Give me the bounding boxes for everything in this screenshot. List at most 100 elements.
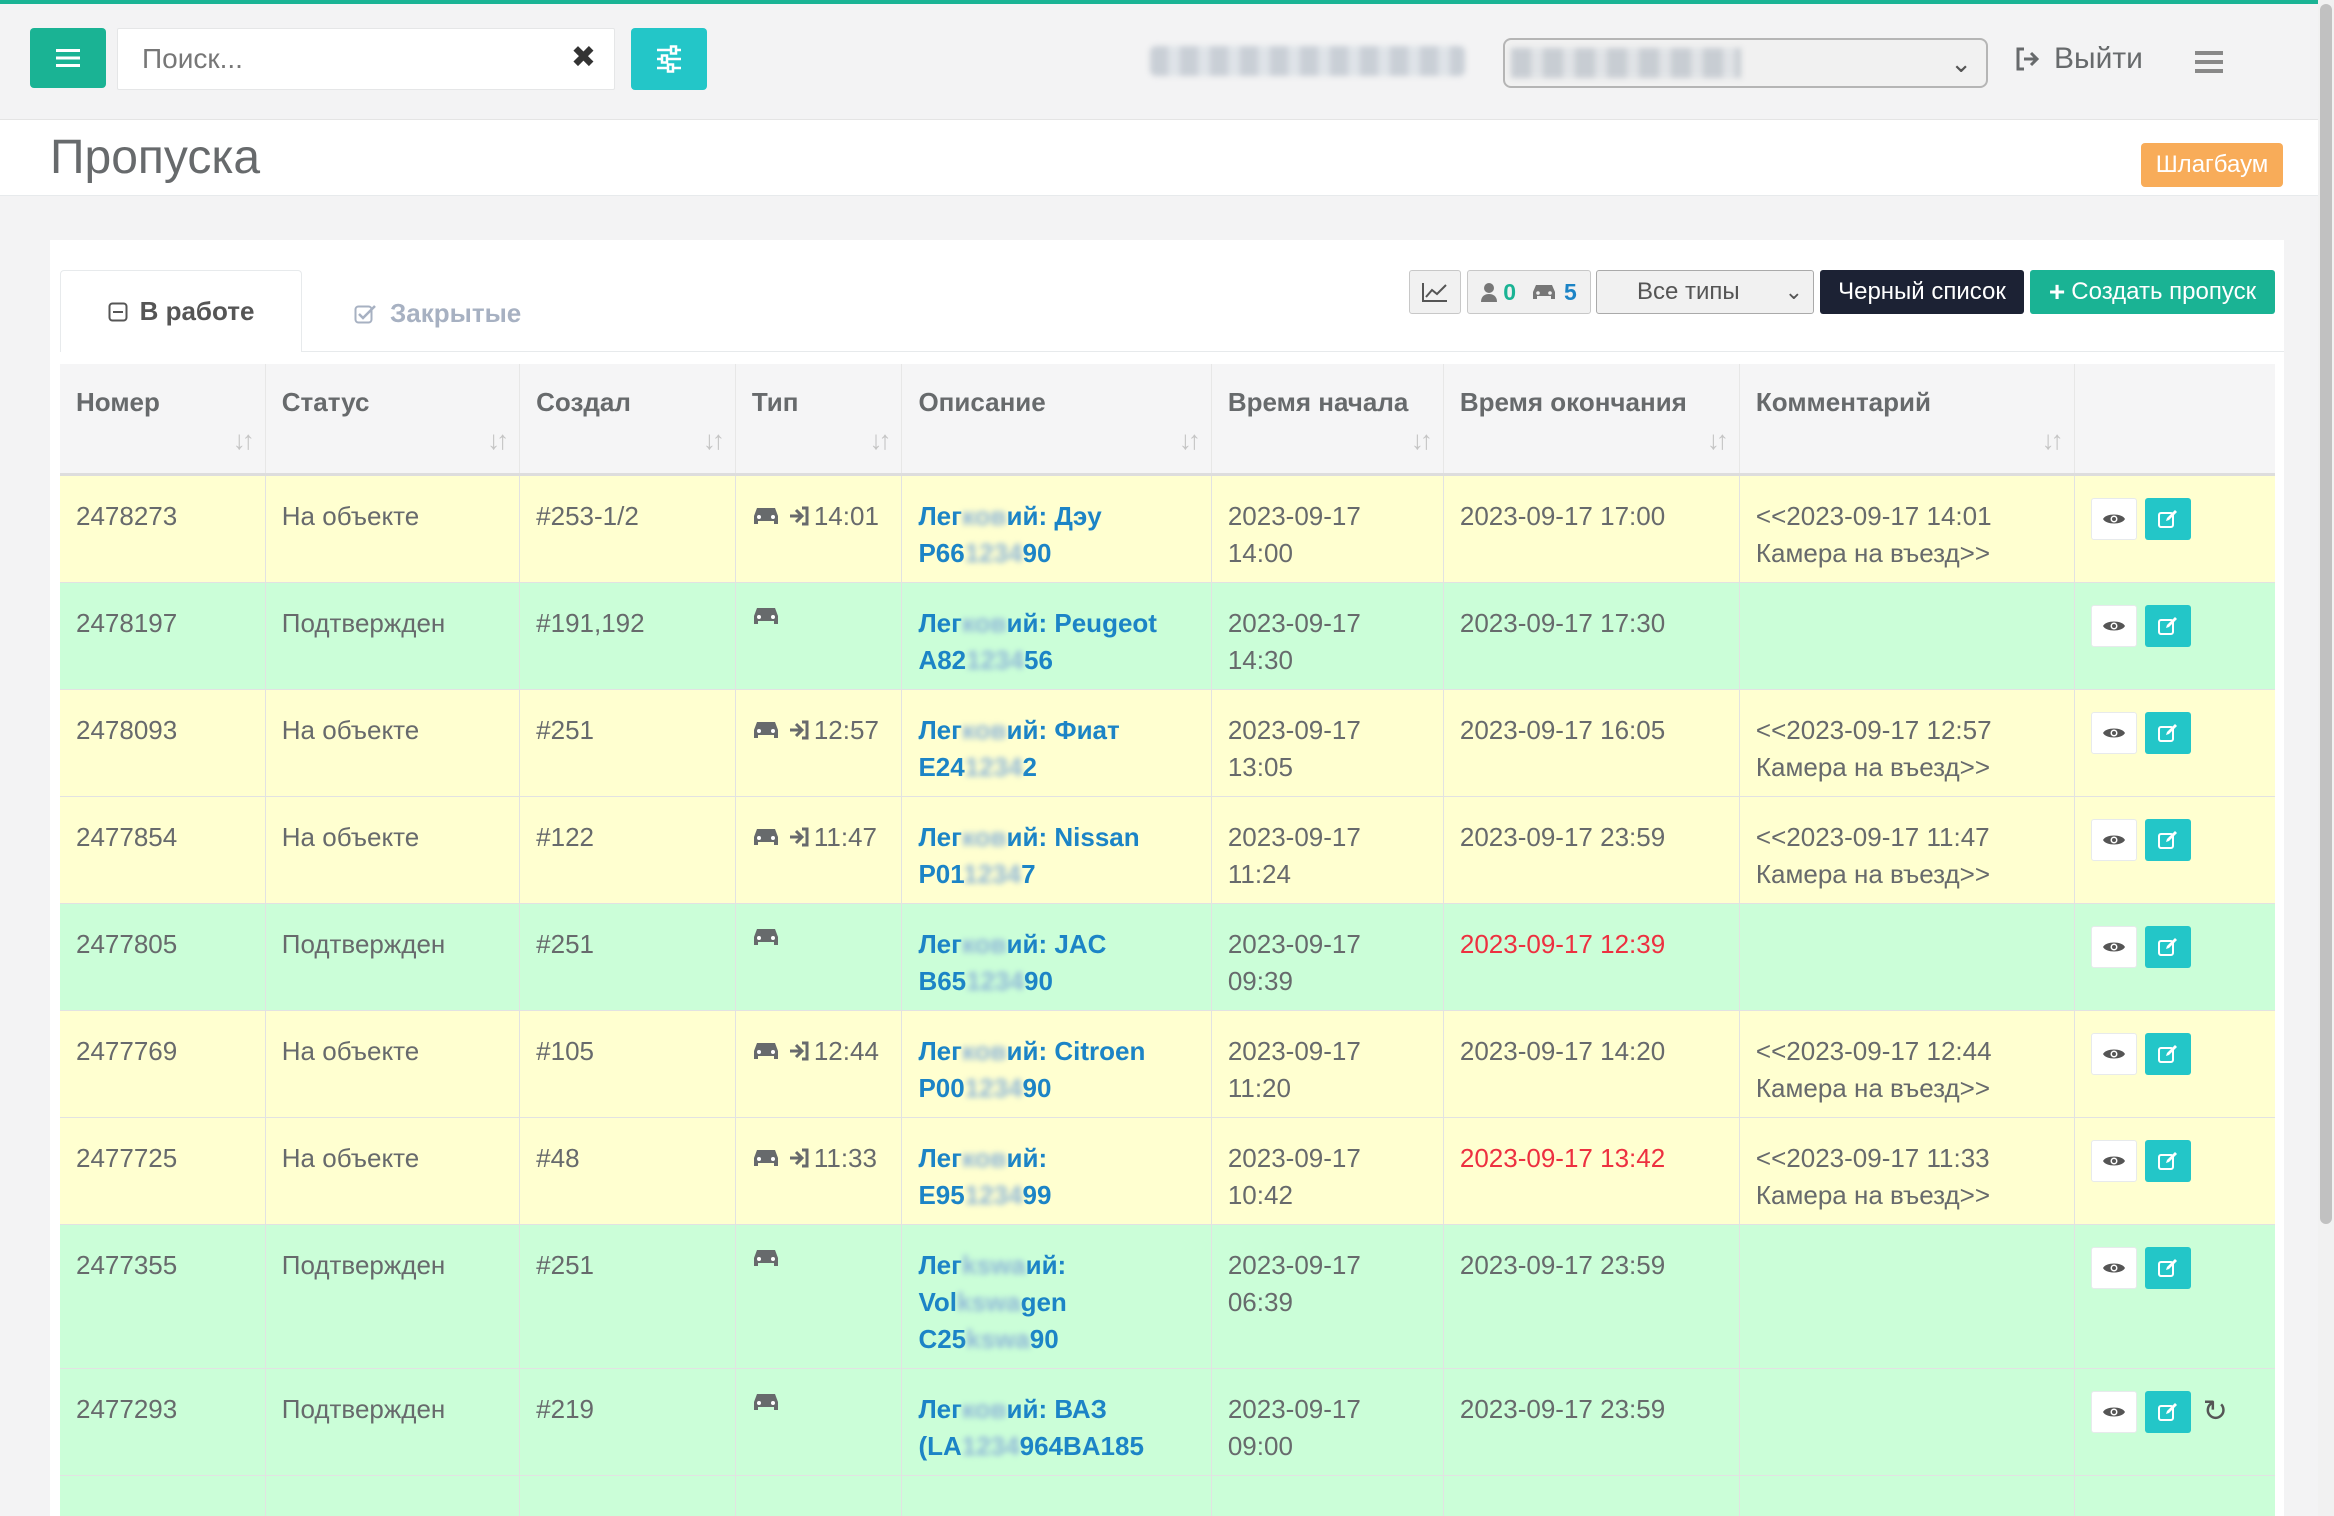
car-icon xyxy=(753,829,778,845)
statistics-button[interactable] xyxy=(1409,270,1461,314)
cell-description: Легковий: Peugeot А82123456 xyxy=(901,582,1212,690)
desc-part: Е24 xyxy=(918,751,965,782)
edit-button[interactable] xyxy=(2144,1390,2191,1433)
entry-time: 11:47 xyxy=(813,821,877,852)
view-button[interactable] xyxy=(2090,1390,2137,1433)
car-icon xyxy=(753,1393,778,1410)
comment-line-1: <<2023-09-17 12:44 xyxy=(1755,1035,1992,1066)
cell-creator: #191,192 xyxy=(519,582,736,690)
table-row[interactable]: 2477725 На объекте #48 11:33 Легковий: Е9… xyxy=(60,1117,2275,1225)
vehicle-description-link[interactable]: Легковий: Citroen Р00123490 xyxy=(918,1036,1145,1103)
desc-part: ий: Nissan xyxy=(1006,821,1140,852)
sort-icon: ↓↑ xyxy=(1410,424,1433,455)
edit-button[interactable] xyxy=(2144,1139,2191,1182)
col-creator[interactable]: Создал ↓↑ xyxy=(519,364,736,476)
view-button[interactable] xyxy=(2090,497,2137,540)
edit-button[interactable] xyxy=(2144,711,2191,754)
table-row[interactable]: 2477769 На объекте #105 12:44 Легковий: … xyxy=(60,1010,2275,1118)
organization-select[interactable]: ⌄ xyxy=(1503,38,1988,88)
table-row[interactable]: 2478197 Подтвержден #191,192 Легковий: P… xyxy=(60,582,2275,690)
tab-in-progress[interactable]: В работе xyxy=(60,270,302,352)
edit-button[interactable] xyxy=(2144,925,2191,968)
user-name-redacted[interactable] xyxy=(1150,46,1465,76)
search-input[interactable] xyxy=(118,29,558,89)
barrier-button[interactable]: Шлагбаум xyxy=(2141,143,2283,187)
col-type[interactable]: Тип ↓↑ xyxy=(734,364,902,476)
view-button[interactable] xyxy=(2090,711,2137,754)
scrollbar-thumb[interactable] xyxy=(2320,4,2332,1224)
cell-type xyxy=(734,1224,902,1369)
view-button[interactable] xyxy=(2090,1139,2137,1182)
col-number[interactable]: Номер ↓↑ xyxy=(60,364,266,476)
cell-start-time: 2023-09-17 10:42 xyxy=(1210,1117,1444,1225)
sign-in-icon xyxy=(789,720,809,740)
table-row[interactable]: 2477355 Подтвержден #251 Легkswaий: Volks… xyxy=(60,1224,2275,1369)
view-button[interactable] xyxy=(2090,604,2137,647)
view-button[interactable] xyxy=(2090,1032,2137,1075)
edit-button[interactable] xyxy=(2144,604,2191,647)
desc-part: Лег xyxy=(918,1035,962,1066)
redacted-text: 1234 xyxy=(964,1179,1023,1210)
vehicle-description-link[interactable]: Легковий: Nissan Р0112347 xyxy=(918,822,1139,889)
cell-status: Подтвержден xyxy=(264,1224,520,1369)
type-filter-select[interactable]: Все типы ⌄ xyxy=(1596,270,1814,314)
pass-number: 2478197 xyxy=(76,607,178,638)
menu-toggle-button[interactable] xyxy=(30,28,106,88)
table-row[interactable] xyxy=(60,1475,2275,1516)
col-comment[interactable]: Комментарий ↓↑ xyxy=(1738,364,2075,476)
sort-icon: ↓↑ xyxy=(1706,424,1729,455)
vehicle-description-link[interactable]: Легkswaий: Volkswagen С25kswa90 xyxy=(918,1250,1066,1354)
table-row[interactable]: 2478093 На объекте #251 12:57 Легковий: … xyxy=(60,689,2275,797)
vehicle-description-link[interactable]: Легковий: Дэу Р66123490 xyxy=(918,501,1101,568)
presence-counter-button[interactable]: 0 5 xyxy=(1467,270,1591,314)
filter-settings-button[interactable] xyxy=(631,28,707,90)
tab-closed[interactable]: Закрытые xyxy=(354,298,521,329)
pass-number: 2477854 xyxy=(76,821,178,852)
comment-line-1: <<2023-09-17 11:33 xyxy=(1755,1142,1990,1173)
vehicle-description-link[interactable]: Легковий: Е95123499 xyxy=(918,1143,1051,1210)
col-end-time[interactable]: Время окончания ↓↑ xyxy=(1442,364,1740,476)
redacted-text: ков xyxy=(961,714,1007,745)
end-time: 2023-09-17 23:59 xyxy=(1459,1393,1666,1424)
logout-label: Выйти xyxy=(2054,42,2143,75)
car-icon xyxy=(753,508,778,524)
vehicle-description-link[interactable]: Легковий: ВАЗ (LA1234964BA185 xyxy=(918,1394,1143,1461)
eye-icon xyxy=(2102,1407,2125,1416)
edit-button[interactable] xyxy=(2144,1032,2191,1075)
view-button[interactable] xyxy=(2090,818,2137,861)
vehicle-description-link[interactable]: Легковий: Фиат Е2412342 xyxy=(918,715,1119,782)
list-settings-icon[interactable] xyxy=(2194,50,2224,74)
edit-button[interactable] xyxy=(2144,818,2191,861)
logout-link[interactable]: Выйти xyxy=(2014,42,2143,76)
create-pass-button[interactable]: + Создать пропуск xyxy=(2030,270,2275,314)
vehicle-description-link[interactable]: Легковий: JAC В65123490 xyxy=(918,929,1106,996)
comment-line-2: Камера на въезд>> xyxy=(1755,1072,1991,1103)
table-row[interactable]: 2477293 Подтвержден #219 Легковий: ВАЗ (L… xyxy=(60,1368,2275,1476)
cell-type xyxy=(734,582,902,690)
blacklist-button[interactable]: Черный список xyxy=(1820,270,2024,314)
cell-number: 2477805 xyxy=(60,903,266,1011)
table-row[interactable]: 2477854 На объекте #122 11:47 Легковий: … xyxy=(60,796,2275,904)
pass-creator: #122 xyxy=(536,821,594,852)
clear-search-icon[interactable]: ✖ xyxy=(571,43,596,73)
cell-end-time: 2023-09-17 13:42 xyxy=(1442,1117,1740,1225)
col-number-label: Номер xyxy=(76,387,160,417)
comment-line-1: <<2023-09-17 14:01 xyxy=(1755,500,1992,531)
cell-comment xyxy=(1738,582,2075,690)
col-status[interactable]: Статус ↓↑ xyxy=(264,364,520,476)
view-button[interactable] xyxy=(2090,925,2137,968)
edit-button[interactable] xyxy=(2144,497,2191,540)
table-row[interactable]: 2477805 Подтвержден #251 Легковий: JAC В6… xyxy=(60,903,2275,1011)
entry-time: 11:33 xyxy=(813,1142,877,1173)
refresh-icon[interactable]: ↻ xyxy=(2203,1393,2228,1430)
view-button[interactable] xyxy=(2090,1246,2137,1289)
col-description[interactable]: Описание ↓↑ xyxy=(901,364,1212,476)
sort-icon: ↓↑ xyxy=(232,424,255,455)
vehicle-description-link[interactable]: Легковий: Peugeot А82123456 xyxy=(918,608,1157,675)
col-actions xyxy=(2073,364,2275,476)
col-start-time[interactable]: Время начала ↓↑ xyxy=(1210,364,1444,476)
line-chart-icon xyxy=(1422,283,1447,302)
sign-in-icon xyxy=(789,1041,809,1061)
edit-button[interactable] xyxy=(2144,1246,2191,1289)
table-row[interactable]: 2478273 На объекте #253-1/2 14:01 Легков… xyxy=(60,474,2275,583)
